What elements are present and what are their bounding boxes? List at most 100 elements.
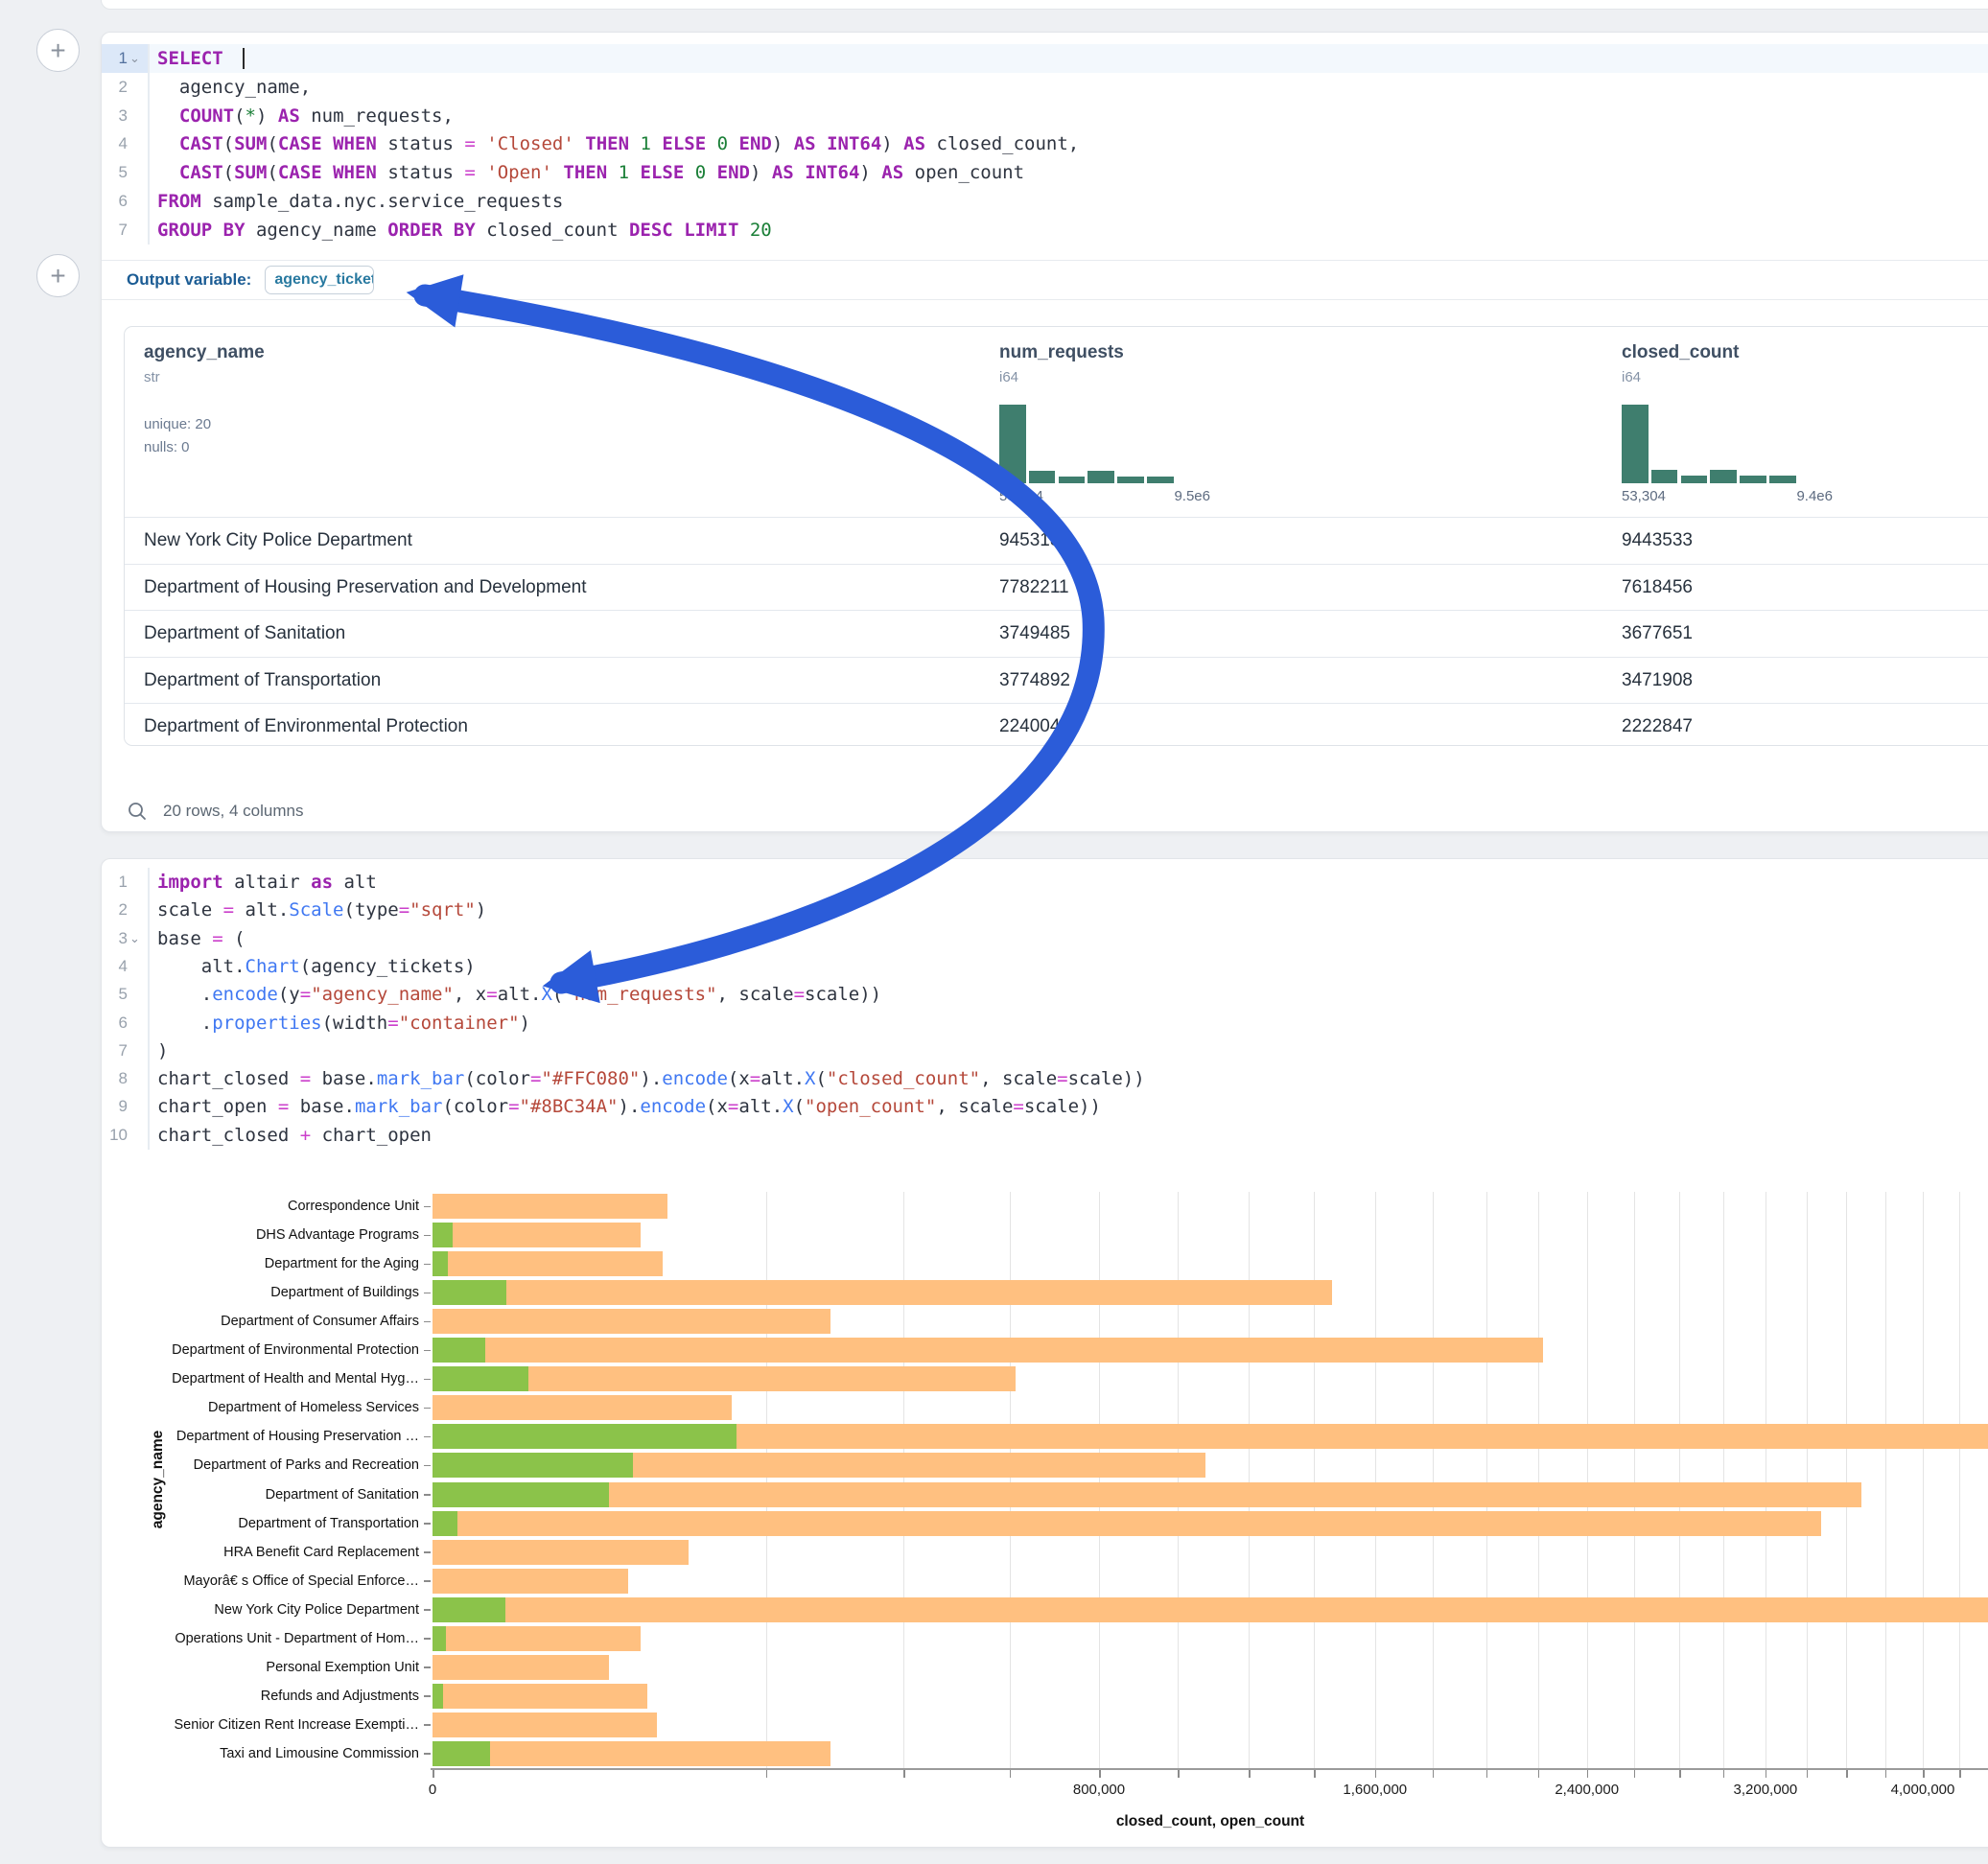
sql-code-editor[interactable]: 1⌄ SELECT 2⌄ agency_name,3⌄ COUNT(*) AS n… — [102, 44, 1988, 245]
histogram-bar — [1651, 470, 1678, 483]
line-number: 3 — [106, 106, 128, 126]
line-number: 10 — [106, 1126, 128, 1145]
y-axis-tick — [424, 1321, 431, 1323]
results-footer: 20 rows, 4 columns — [127, 794, 303, 828]
code-line[interactable]: 6⌄ .properties(width="container") — [102, 1009, 1988, 1037]
code-line[interactable]: 5⌄ .encode(y="agency_name", x=alt.X("num… — [102, 980, 1988, 1009]
output-variable-pill[interactable]: agency_tickets — [265, 266, 374, 294]
code-line[interactable]: 5⌄ CAST(SUM(CASE WHEN status = 'Open' TH… — [102, 158, 1988, 187]
code-text[interactable]: base = ( — [150, 928, 246, 949]
y-axis-label: Department of Health and Mental Hyg… — [120, 1364, 419, 1393]
histogram-max-label: 9.4e6 — [1796, 488, 1833, 504]
x-axis-tick — [766, 1770, 768, 1778]
line-number: 1 — [106, 49, 128, 68]
code-text[interactable]: import altair as alt — [150, 872, 377, 893]
bar-open — [433, 1626, 446, 1651]
x-axis-tick — [1538, 1770, 1540, 1778]
code-line[interactable]: 6⌄FROM sample_data.nyc.service_requests — [102, 187, 1988, 216]
code-text[interactable]: chart_open = base.mark_bar(color="#8BC34… — [150, 1096, 1101, 1117]
y-axis-label: Correspondence Unit — [120, 1192, 419, 1221]
table-row: Department of Transportation377489234719… — [125, 657, 1988, 704]
histogram-bar — [999, 405, 1026, 483]
gridline — [1010, 1192, 1011, 1768]
code-text[interactable]: SELECT — [150, 48, 245, 70]
code-text[interactable]: .encode(y="agency_name", x=alt.X("num_re… — [150, 984, 881, 1005]
add-cell-button[interactable]: + — [36, 29, 80, 72]
column-type: i64 — [1622, 369, 1833, 385]
y-axis-tick — [424, 1408, 431, 1410]
code-line[interactable]: 4⌄ alt.Chart(agency_tickets) — [102, 952, 1988, 981]
line-number: 5 — [106, 985, 128, 1004]
code-line[interactable]: 2⌄ agency_name, — [102, 73, 1988, 102]
y-axis-tick — [424, 1465, 431, 1467]
code-line[interactable]: 3⌄base = ( — [102, 924, 1988, 953]
y-axis-label: Department of Buildings — [120, 1278, 419, 1307]
histogram-bar — [1029, 471, 1056, 483]
line-number: 1 — [106, 873, 128, 892]
code-text[interactable]: .properties(width="container") — [150, 1013, 530, 1034]
gridline — [903, 1192, 904, 1768]
code-text[interactable]: GROUP BY agency_name ORDER BY closed_cou… — [150, 220, 772, 241]
code-line[interactable]: 10⌄chart_closed + chart_open — [102, 1121, 1988, 1150]
x-axis-tick — [1679, 1770, 1681, 1778]
bar-closed — [433, 1597, 1988, 1622]
code-line[interactable]: 7⌄GROUP BY agency_name ORDER BY closed_c… — [102, 216, 1988, 245]
add-cell-button[interactable]: + — [36, 254, 80, 297]
fold-chevron-icon[interactable]: ⌄ — [128, 51, 142, 66]
code-text[interactable]: alt.Chart(agency_tickets) — [150, 956, 476, 977]
y-axis-label: Department of Homeless Services — [120, 1393, 419, 1422]
x-axis-tick-label: 4,000,000 — [1856, 1782, 1988, 1798]
code-line[interactable]: 8⌄chart_closed = base.mark_bar(color="#F… — [102, 1064, 1988, 1093]
histogram-axis-labels: 53,3049.4e6 — [1622, 488, 1833, 504]
code-text[interactable]: FROM sample_data.nyc.service_requests — [150, 191, 563, 212]
code-text[interactable]: chart_closed = base.mark_bar(color="#FFC… — [150, 1068, 1145, 1089]
bar-closed — [433, 1223, 641, 1247]
code-line[interactable]: 2⌄scale = alt.Scale(type="sqrt") — [102, 896, 1988, 924]
code-line[interactable]: 4⌄ CAST(SUM(CASE WHEN status = 'Closed' … — [102, 129, 1988, 158]
column-header[interactable]: closed_counti6453,3049.4e6 — [1622, 327, 1833, 517]
code-text[interactable]: ) — [150, 1040, 168, 1061]
y-axis-tick — [424, 1724, 431, 1726]
y-axis-label: Department of Environmental Protection — [120, 1336, 419, 1364]
bar-closed — [433, 1309, 830, 1334]
histogram-bar — [1622, 405, 1649, 483]
x-axis-line — [431, 1768, 1988, 1770]
code-line[interactable]: 1⌄import altair as alt — [102, 868, 1988, 897]
column-stat: nulls: 0 — [144, 439, 265, 455]
code-line[interactable]: 9⌄chart_open = base.mark_bar(color="#8BC… — [102, 1092, 1988, 1121]
gridline — [1314, 1192, 1315, 1768]
y-axis-tick — [424, 1264, 431, 1266]
table-row: New York City Police Department945313194… — [125, 517, 1988, 564]
code-text[interactable]: CAST(SUM(CASE WHEN status = 'Open' THEN … — [150, 162, 1024, 183]
code-line[interactable]: 1⌄ SELECT — [102, 44, 1988, 73]
output-variable-label: Output variable: — [127, 270, 251, 290]
code-text[interactable]: COUNT(*) AS num_requests, — [150, 105, 454, 127]
bar-open — [433, 1684, 443, 1709]
y-axis-tick — [424, 1235, 431, 1237]
code-line[interactable]: 7⌄) — [102, 1037, 1988, 1065]
x-axis-tick — [1587, 1770, 1589, 1778]
x-axis-tick — [1486, 1770, 1488, 1778]
line-number: 4 — [106, 134, 128, 153]
bar-closed — [433, 1511, 1821, 1536]
search-icon[interactable] — [127, 801, 148, 822]
table-cell: 9443533 — [1622, 518, 1693, 564]
code-text[interactable]: CAST(SUM(CASE WHEN status = 'Closed' THE… — [150, 133, 1079, 154]
y-axis-label: HRA Benefit Card Replacement — [120, 1538, 419, 1567]
code-line[interactable]: 3⌄ COUNT(*) AS num_requests, — [102, 102, 1988, 130]
column-header[interactable]: num_requestsi6453,3049.5e6 — [999, 327, 1210, 517]
fold-chevron-icon[interactable]: ⌄ — [128, 931, 142, 946]
column-header[interactable]: agency_namestrunique: 20nulls: 0 — [144, 327, 265, 517]
line-number-gutter: 8⌄ — [102, 1064, 150, 1093]
y-axis-label: Taxi and Limousine Commission — [120, 1739, 419, 1768]
python-code-editor[interactable]: 1⌄import altair as alt2⌄scale = alt.Scal… — [102, 868, 1988, 1152]
y-axis-tick — [424, 1293, 431, 1294]
code-text[interactable]: scale = alt.Scale(type="sqrt") — [150, 899, 486, 920]
table-cell: 7782211 — [999, 565, 1069, 611]
bar-closed — [433, 1655, 609, 1680]
code-text[interactable]: agency_name, — [150, 77, 311, 98]
bar-closed — [433, 1482, 1861, 1507]
code-text[interactable]: chart_closed + chart_open — [150, 1125, 432, 1146]
histogram — [1622, 401, 1796, 483]
gridline — [1807, 1192, 1808, 1768]
